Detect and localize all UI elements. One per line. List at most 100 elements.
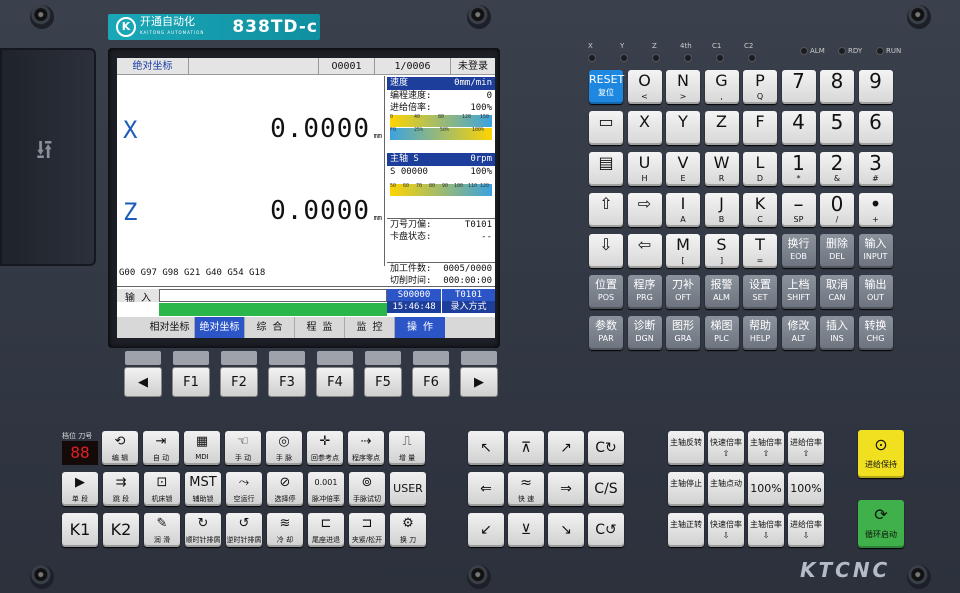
op-key[interactable]: ⤳ 空运行 — [226, 472, 262, 506]
op-key[interactable]: ⎍ 增 量 — [389, 431, 425, 465]
keypad-key[interactable]: ▤ — [589, 152, 623, 186]
op-key[interactable]: ⚙ 换 刀 — [390, 513, 426, 547]
keypad-key[interactable]: 3 # — [858, 152, 893, 186]
keypad-key[interactable]: 修改 ALT — [781, 316, 816, 350]
keypad-key[interactable]: N > — [666, 70, 700, 104]
keypad-key[interactable]: 0/ — [820, 193, 854, 227]
keypad-key[interactable]: 5 — [820, 111, 854, 145]
fkey-3-button[interactable]: F3 — [268, 367, 306, 397]
override-key[interactable]: 主轴倍率⇧ — [748, 431, 784, 465]
fkey-1-button[interactable]: F1 — [172, 367, 210, 397]
jog-key[interactable]: ↖ — [468, 431, 504, 465]
keypad-key[interactable]: • + — [858, 193, 893, 227]
keypad-key[interactable]: ⇨ — [627, 193, 662, 227]
op-key[interactable]: 0.001 脉冲倍率 — [308, 472, 344, 506]
keypad-key[interactable]: 4 — [781, 111, 816, 145]
fkey-5-button[interactable]: F5 — [364, 367, 402, 397]
keypad-key[interactable]: 梯图 PLC — [704, 316, 739, 350]
keypad-key[interactable]: 6 — [858, 111, 893, 145]
op-key[interactable]: ◎ 手 脉 — [266, 431, 302, 465]
op-key[interactable]: K1 — [62, 513, 98, 547]
keypad-key[interactable]: 上档 SHIFT — [781, 275, 816, 309]
softkey-operation[interactable]: 操 作 — [395, 317, 445, 338]
op-key[interactable]: ⊏ 尾座进退 — [308, 513, 344, 547]
keypad-key[interactable]: 帮助 HELP — [743, 316, 777, 350]
op-key[interactable]: ▶ 单 段 — [62, 472, 98, 506]
keypad-key[interactable]: 位置 POS — [589, 275, 623, 309]
override-key[interactable]: 主轴反转 — [668, 431, 704, 465]
override-key[interactable]: 快速倍率⇩ — [708, 513, 744, 547]
keypad-key[interactable]: WR — [704, 152, 739, 186]
op-key[interactable]: USER — [390, 472, 426, 506]
override-key[interactable]: 主轴正转 — [668, 513, 704, 547]
override-key[interactable]: 快速倍率⇧ — [708, 431, 744, 465]
softkey-program-monitor[interactable]: 程 监 — [295, 317, 345, 338]
override-key[interactable]: 进给倍率⇧ — [788, 431, 824, 465]
keypad-key[interactable]: 转换 CHG — [858, 316, 893, 350]
input-field[interactable] — [159, 289, 387, 302]
keypad-key[interactable]: ▭ — [589, 111, 623, 145]
keypad-key[interactable]: – SP — [781, 193, 816, 227]
op-key[interactable]: ⊘ 选择停 — [267, 472, 303, 506]
keypad-key[interactable]: JB — [704, 193, 739, 227]
keypad-key[interactable]: 输出 OUT — [858, 275, 893, 309]
op-key[interactable]: ⇥ 自 动 — [143, 431, 179, 465]
keypad-key[interactable]: ⇦ — [627, 234, 662, 268]
op-key[interactable]: ⊚ 手脉试切 — [349, 472, 385, 506]
op-key[interactable]: K2 — [103, 513, 139, 547]
keypad-key[interactable]: 7 — [781, 70, 816, 104]
usb-door[interactable]: ⭿ — [0, 48, 96, 266]
keypad-key[interactable]: 8 — [820, 70, 854, 104]
jog-key[interactable]: C↺ — [588, 513, 624, 547]
op-key[interactable]: ⟲ 编 辑 — [102, 431, 138, 465]
keypad-key[interactable]: 参数 PAR — [589, 316, 623, 350]
jog-key[interactable]: ≈ 快 速 — [508, 472, 544, 506]
jog-key[interactable]: C↻ — [588, 431, 624, 465]
fkey-prev-button[interactable]: ◀ — [124, 367, 162, 397]
override-key[interactable]: 主轴点动 — [708, 472, 744, 506]
keypad-key[interactable]: 删除 DEL — [820, 234, 854, 268]
keypad-key[interactable]: 2 & — [820, 152, 854, 186]
jog-key[interactable]: ⇐ — [468, 472, 504, 506]
keypad-key[interactable]: X — [627, 111, 662, 145]
keypad-key[interactable]: LD — [743, 152, 777, 186]
keypad-key[interactable]: 取消 CAN — [820, 275, 854, 309]
keypad-key[interactable]: VE — [666, 152, 700, 186]
override-key[interactable]: 主轴停止 — [668, 472, 704, 506]
jog-key[interactable]: ↙ — [468, 513, 504, 547]
keypad-key[interactable]: 输入 INPUT — [858, 234, 893, 268]
op-key[interactable]: ☜ 手 动 — [225, 431, 261, 465]
keypad-key[interactable]: Z — [704, 111, 739, 145]
override-key[interactable]: 进给倍率⇩ — [788, 513, 824, 547]
jog-key[interactable]: ⇒ — [548, 472, 584, 506]
keypad-key[interactable]: KC — [743, 193, 777, 227]
jog-key[interactable]: ⊼ — [508, 431, 544, 465]
jog-key[interactable]: ↗ — [548, 431, 584, 465]
keypad-key[interactable]: 插入 INS — [820, 316, 854, 350]
keypad-key[interactable]: 刀补 OFT — [666, 275, 700, 309]
op-key[interactable]: ↺ 逆时针排屑 — [226, 513, 262, 547]
jog-key[interactable]: ⊻ — [508, 513, 544, 547]
op-key[interactable]: ⊐ 夹紧/松开 — [349, 513, 385, 547]
keypad-key[interactable]: O < — [627, 70, 662, 104]
keypad-key[interactable]: 诊断 DGN — [627, 316, 662, 350]
override-key[interactable]: 100% — [748, 472, 784, 506]
softkey-monitor[interactable]: 监 控 — [345, 317, 395, 338]
op-key[interactable]: ⊡ 机床锁 — [144, 472, 180, 506]
op-key[interactable]: ✎ 润 滑 — [144, 513, 180, 547]
op-key[interactable]: ≋ 冷 却 — [267, 513, 303, 547]
jog-key[interactable]: ↘ — [548, 513, 584, 547]
fkey-6-button[interactable]: F6 — [412, 367, 450, 397]
keypad-key[interactable]: PQ — [743, 70, 777, 104]
op-key[interactable]: ⇉ 跳 段 — [103, 472, 139, 506]
softkey-general[interactable]: 综 合 — [245, 317, 295, 338]
fkey-next-button[interactable]: ▶ — [460, 367, 498, 397]
keypad-key[interactable]: 程序 PRG — [627, 275, 662, 309]
keypad-key[interactable]: IA — [666, 193, 700, 227]
keypad-key[interactable]: UH — [627, 152, 662, 186]
jog-key[interactable]: C/S — [588, 472, 624, 506]
keypad-key[interactable]: 设置 SET — [743, 275, 777, 309]
op-key[interactable]: ⇢ 程序零点 — [348, 431, 384, 465]
keypad-key[interactable]: 换行 EOB — [781, 234, 816, 268]
keypad-key[interactable]: ⇩ — [589, 234, 623, 268]
